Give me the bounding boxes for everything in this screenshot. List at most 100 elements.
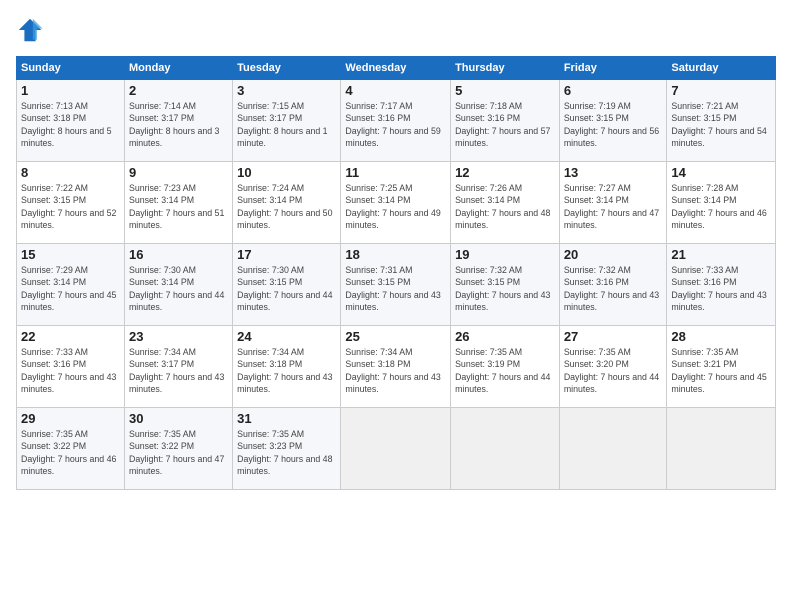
weekday-header: Saturday — [667, 57, 776, 80]
calendar-cell: 8Sunrise: 7:22 AM Sunset: 3:15 PM Daylig… — [17, 162, 125, 244]
day-number: 27 — [564, 329, 663, 344]
day-number: 25 — [345, 329, 446, 344]
page: SundayMondayTuesdayWednesdayThursdayFrid… — [0, 0, 792, 612]
calendar-cell: 9Sunrise: 7:23 AM Sunset: 3:14 PM Daylig… — [124, 162, 232, 244]
calendar-cell: 25 Sunrise: 7:34 AM Sunset: 3:18 PM Dayli… — [341, 326, 451, 408]
day-info: Sunrise: 7:35 AM Sunset: 3:21 PM Dayligh… — [671, 346, 771, 395]
day-info: Sunrise: 7:35 AM Sunset: 3:19 PM Dayligh… — [455, 346, 555, 395]
calendar-cell: 11 Sunrise: 7:25 AM Sunset: 3:14 PM Dayli… — [341, 162, 451, 244]
day-info: Sunrise: 7:18 AM Sunset: 3:16 PM Dayligh… — [455, 100, 555, 149]
calendar-week-row: 22Sunrise: 7:33 AM Sunset: 3:16 PM Dayli… — [17, 326, 776, 408]
calendar-week-row: 15Sunrise: 7:29 AM Sunset: 3:14 PM Dayli… — [17, 244, 776, 326]
weekday-header: Sunday — [17, 57, 125, 80]
weekday-header: Tuesday — [233, 57, 341, 80]
day-number: 19 — [455, 247, 555, 262]
calendar-cell: 28 Sunrise: 7:35 AM Sunset: 3:21 PM Dayli… — [667, 326, 776, 408]
day-number: 1 — [21, 83, 120, 98]
day-info: Sunrise: 7:26 AM Sunset: 3:14 PM Dayligh… — [455, 182, 555, 231]
calendar-cell — [667, 408, 776, 490]
day-number: 28 — [671, 329, 771, 344]
day-number: 13 — [564, 165, 663, 180]
calendar-cell: 24Sunrise: 7:34 AM Sunset: 3:18 PM Dayli… — [233, 326, 341, 408]
day-info: Sunrise: 7:34 AM Sunset: 3:18 PM Dayligh… — [237, 346, 336, 395]
day-number: 21 — [671, 247, 771, 262]
calendar-cell: 27 Sunrise: 7:35 AM Sunset: 3:20 PM Dayli… — [559, 326, 667, 408]
calendar-cell: 20Sunrise: 7:32 AM Sunset: 3:16 PM Dayli… — [559, 244, 667, 326]
calendar-cell: 13 Sunrise: 7:27 AM Sunset: 3:14 PM Dayli… — [559, 162, 667, 244]
weekday-header: Thursday — [451, 57, 560, 80]
day-info: Sunrise: 7:30 AM Sunset: 3:15 PM Dayligh… — [237, 264, 336, 313]
day-number: 2 — [129, 83, 228, 98]
logo-icon — [16, 16, 44, 44]
day-info: Sunrise: 7:29 AM Sunset: 3:14 PM Dayligh… — [21, 264, 120, 313]
calendar-cell: 10 Sunrise: 7:24 AM Sunset: 3:14 PM Dayli… — [233, 162, 341, 244]
day-info: Sunrise: 7:31 AM Sunset: 3:15 PM Dayligh… — [345, 264, 446, 313]
calendar-cell: 26 Sunrise: 7:35 AM Sunset: 3:19 PM Dayli… — [451, 326, 560, 408]
day-number: 18 — [345, 247, 446, 262]
day-number: 14 — [671, 165, 771, 180]
day-info: Sunrise: 7:35 AM Sunset: 3:20 PM Dayligh… — [564, 346, 663, 395]
day-info: Sunrise: 7:34 AM Sunset: 3:18 PM Dayligh… — [345, 346, 446, 395]
day-info: Sunrise: 7:24 AM Sunset: 3:14 PM Dayligh… — [237, 182, 336, 231]
day-number: 22 — [21, 329, 120, 344]
calendar-cell: 30Sunrise: 7:35 AM Sunset: 3:22 PM Dayli… — [124, 408, 232, 490]
day-info: Sunrise: 7:14 AM Sunset: 3:17 PM Dayligh… — [129, 100, 228, 149]
day-info: Sunrise: 7:33 AM Sunset: 3:16 PM Dayligh… — [671, 264, 771, 313]
calendar-body: 1 Sunrise: 7:13 AM Sunset: 3:18 PM Daylig… — [17, 80, 776, 490]
calendar-cell: 1 Sunrise: 7:13 AM Sunset: 3:18 PM Daylig… — [17, 80, 125, 162]
day-info: Sunrise: 7:30 AM Sunset: 3:14 PM Dayligh… — [129, 264, 228, 313]
calendar-cell: 21 Sunrise: 7:33 AM Sunset: 3:16 PM Dayli… — [667, 244, 776, 326]
day-info: Sunrise: 7:21 AM Sunset: 3:15 PM Dayligh… — [671, 100, 771, 149]
day-info: Sunrise: 7:34 AM Sunset: 3:17 PM Dayligh… — [129, 346, 228, 395]
calendar-cell: 17 Sunrise: 7:30 AM Sunset: 3:15 PM Dayli… — [233, 244, 341, 326]
day-number: 30 — [129, 411, 228, 426]
calendar-cell — [559, 408, 667, 490]
day-info: Sunrise: 7:19 AM Sunset: 3:15 PM Dayligh… — [564, 100, 663, 149]
day-number: 6 — [564, 83, 663, 98]
calendar-cell: 4 Sunrise: 7:17 AM Sunset: 3:16 PM Daylig… — [341, 80, 451, 162]
calendar-cell: 5Sunrise: 7:18 AM Sunset: 3:16 PM Daylig… — [451, 80, 560, 162]
calendar-cell: 15Sunrise: 7:29 AM Sunset: 3:14 PM Dayli… — [17, 244, 125, 326]
calendar-cell: 7 Sunrise: 7:21 AM Sunset: 3:15 PM Daylig… — [667, 80, 776, 162]
day-number: 26 — [455, 329, 555, 344]
day-number: 12 — [455, 165, 555, 180]
calendar-header-row: SundayMondayTuesdayWednesdayThursdayFrid… — [17, 57, 776, 80]
day-info: Sunrise: 7:27 AM Sunset: 3:14 PM Dayligh… — [564, 182, 663, 231]
calendar-cell: 18 Sunrise: 7:31 AM Sunset: 3:15 PM Dayli… — [341, 244, 451, 326]
day-number: 17 — [237, 247, 336, 262]
day-number: 9 — [129, 165, 228, 180]
day-number: 3 — [237, 83, 336, 98]
calendar-cell — [451, 408, 560, 490]
calendar-cell: 19Sunrise: 7:32 AM Sunset: 3:15 PM Dayli… — [451, 244, 560, 326]
day-number: 23 — [129, 329, 228, 344]
day-number: 7 — [671, 83, 771, 98]
day-number: 10 — [237, 165, 336, 180]
day-number: 31 — [237, 411, 336, 426]
day-number: 11 — [345, 165, 446, 180]
calendar-cell — [341, 408, 451, 490]
day-info: Sunrise: 7:15 AM Sunset: 3:17 PM Dayligh… — [237, 100, 336, 149]
calendar-cell: 29Sunrise: 7:35 AM Sunset: 3:22 PM Dayli… — [17, 408, 125, 490]
calendar-cell: 16Sunrise: 7:30 AM Sunset: 3:14 PM Dayli… — [124, 244, 232, 326]
day-info: Sunrise: 7:17 AM Sunset: 3:16 PM Dayligh… — [345, 100, 446, 149]
day-info: Sunrise: 7:25 AM Sunset: 3:14 PM Dayligh… — [345, 182, 446, 231]
calendar-cell: 6 Sunrise: 7:19 AM Sunset: 3:15 PM Daylig… — [559, 80, 667, 162]
day-info: Sunrise: 7:28 AM Sunset: 3:14 PM Dayligh… — [671, 182, 771, 231]
calendar-week-row: 1 Sunrise: 7:13 AM Sunset: 3:18 PM Daylig… — [17, 80, 776, 162]
calendar-cell: 2 Sunrise: 7:14 AM Sunset: 3:17 PM Daylig… — [124, 80, 232, 162]
header — [16, 16, 776, 44]
calendar-table: SundayMondayTuesdayWednesdayThursdayFrid… — [16, 56, 776, 490]
day-number: 4 — [345, 83, 446, 98]
calendar-cell: 14 Sunrise: 7:28 AM Sunset: 3:14 PM Dayli… — [667, 162, 776, 244]
day-number: 8 — [21, 165, 120, 180]
day-info: Sunrise: 7:13 AM Sunset: 3:18 PM Dayligh… — [21, 100, 120, 149]
logo — [16, 16, 48, 44]
weekday-header: Wednesday — [341, 57, 451, 80]
day-info: Sunrise: 7:35 AM Sunset: 3:22 PM Dayligh… — [21, 428, 120, 477]
calendar-cell: 22Sunrise: 7:33 AM Sunset: 3:16 PM Dayli… — [17, 326, 125, 408]
calendar-cell: 31Sunrise: 7:35 AM Sunset: 3:23 PM Dayli… — [233, 408, 341, 490]
calendar-cell: 23 Sunrise: 7:34 AM Sunset: 3:17 PM Dayli… — [124, 326, 232, 408]
day-number: 20 — [564, 247, 663, 262]
calendar-week-row: 8Sunrise: 7:22 AM Sunset: 3:15 PM Daylig… — [17, 162, 776, 244]
weekday-header: Friday — [559, 57, 667, 80]
